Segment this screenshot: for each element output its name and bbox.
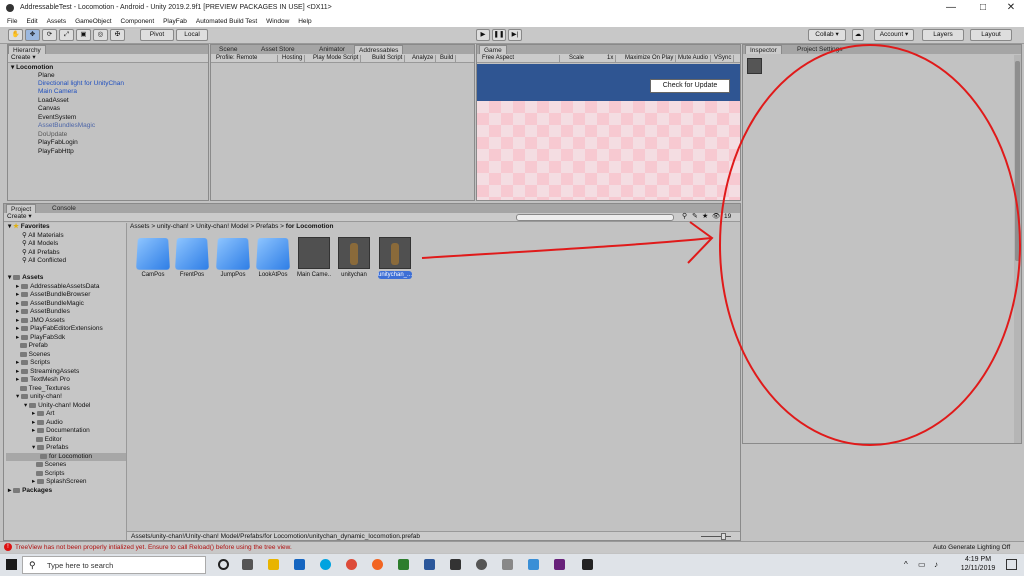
windows-start-icon[interactable]: [6, 559, 17, 570]
task-view-icon[interactable]: [242, 559, 253, 570]
cortana-icon[interactable]: [218, 559, 229, 570]
search-icon: ⚲: [29, 560, 36, 570]
annotation-arrow: [421, 237, 713, 259]
file-explorer-icon[interactable]: [268, 559, 279, 570]
notification-icon[interactable]: [1006, 559, 1017, 570]
chrome-icon[interactable]: [346, 559, 357, 570]
clock-time[interactable]: 4:19 PM: [958, 556, 998, 563]
unity-editor-icon[interactable]: [582, 559, 593, 570]
powershell-icon[interactable]: [424, 559, 435, 570]
status-error-message[interactable]: TreeView has not been properly intialize…: [15, 544, 292, 552]
error-icon: !: [4, 543, 12, 551]
app-icon[interactable]: [502, 559, 513, 570]
volume-icon[interactable]: ♪: [934, 560, 938, 569]
windows-taskbar: ⚲ Type here to search ^ ▭ ♪ 4:19 PM 12/1…: [0, 554, 1024, 576]
unity-hub-icon[interactable]: [450, 559, 461, 570]
firefox-icon[interactable]: [372, 559, 383, 570]
lighting-status: Auto Generate Lighting Off: [933, 544, 1011, 551]
red-annotation: [421, 44, 1021, 446]
clock-date[interactable]: 12/11/2019: [958, 565, 998, 572]
tray-chevron-icon[interactable]: ^: [904, 560, 908, 569]
git-icon[interactable]: [398, 559, 409, 570]
network-icon[interactable]: ▭: [918, 560, 926, 569]
status-bar: ! TreeView has not been properly intiali…: [0, 541, 1024, 553]
annotation-arrowhead: [687, 221, 714, 264]
github-icon[interactable]: [476, 559, 487, 570]
mail-icon[interactable]: [294, 559, 305, 570]
app-icon[interactable]: [528, 559, 539, 570]
visual-studio-icon[interactable]: [554, 559, 565, 570]
taskbar-search-input[interactable]: ⚲ Type here to search: [22, 556, 206, 574]
skype-icon[interactable]: [320, 559, 331, 570]
annotation-ellipse: [719, 44, 1021, 446]
